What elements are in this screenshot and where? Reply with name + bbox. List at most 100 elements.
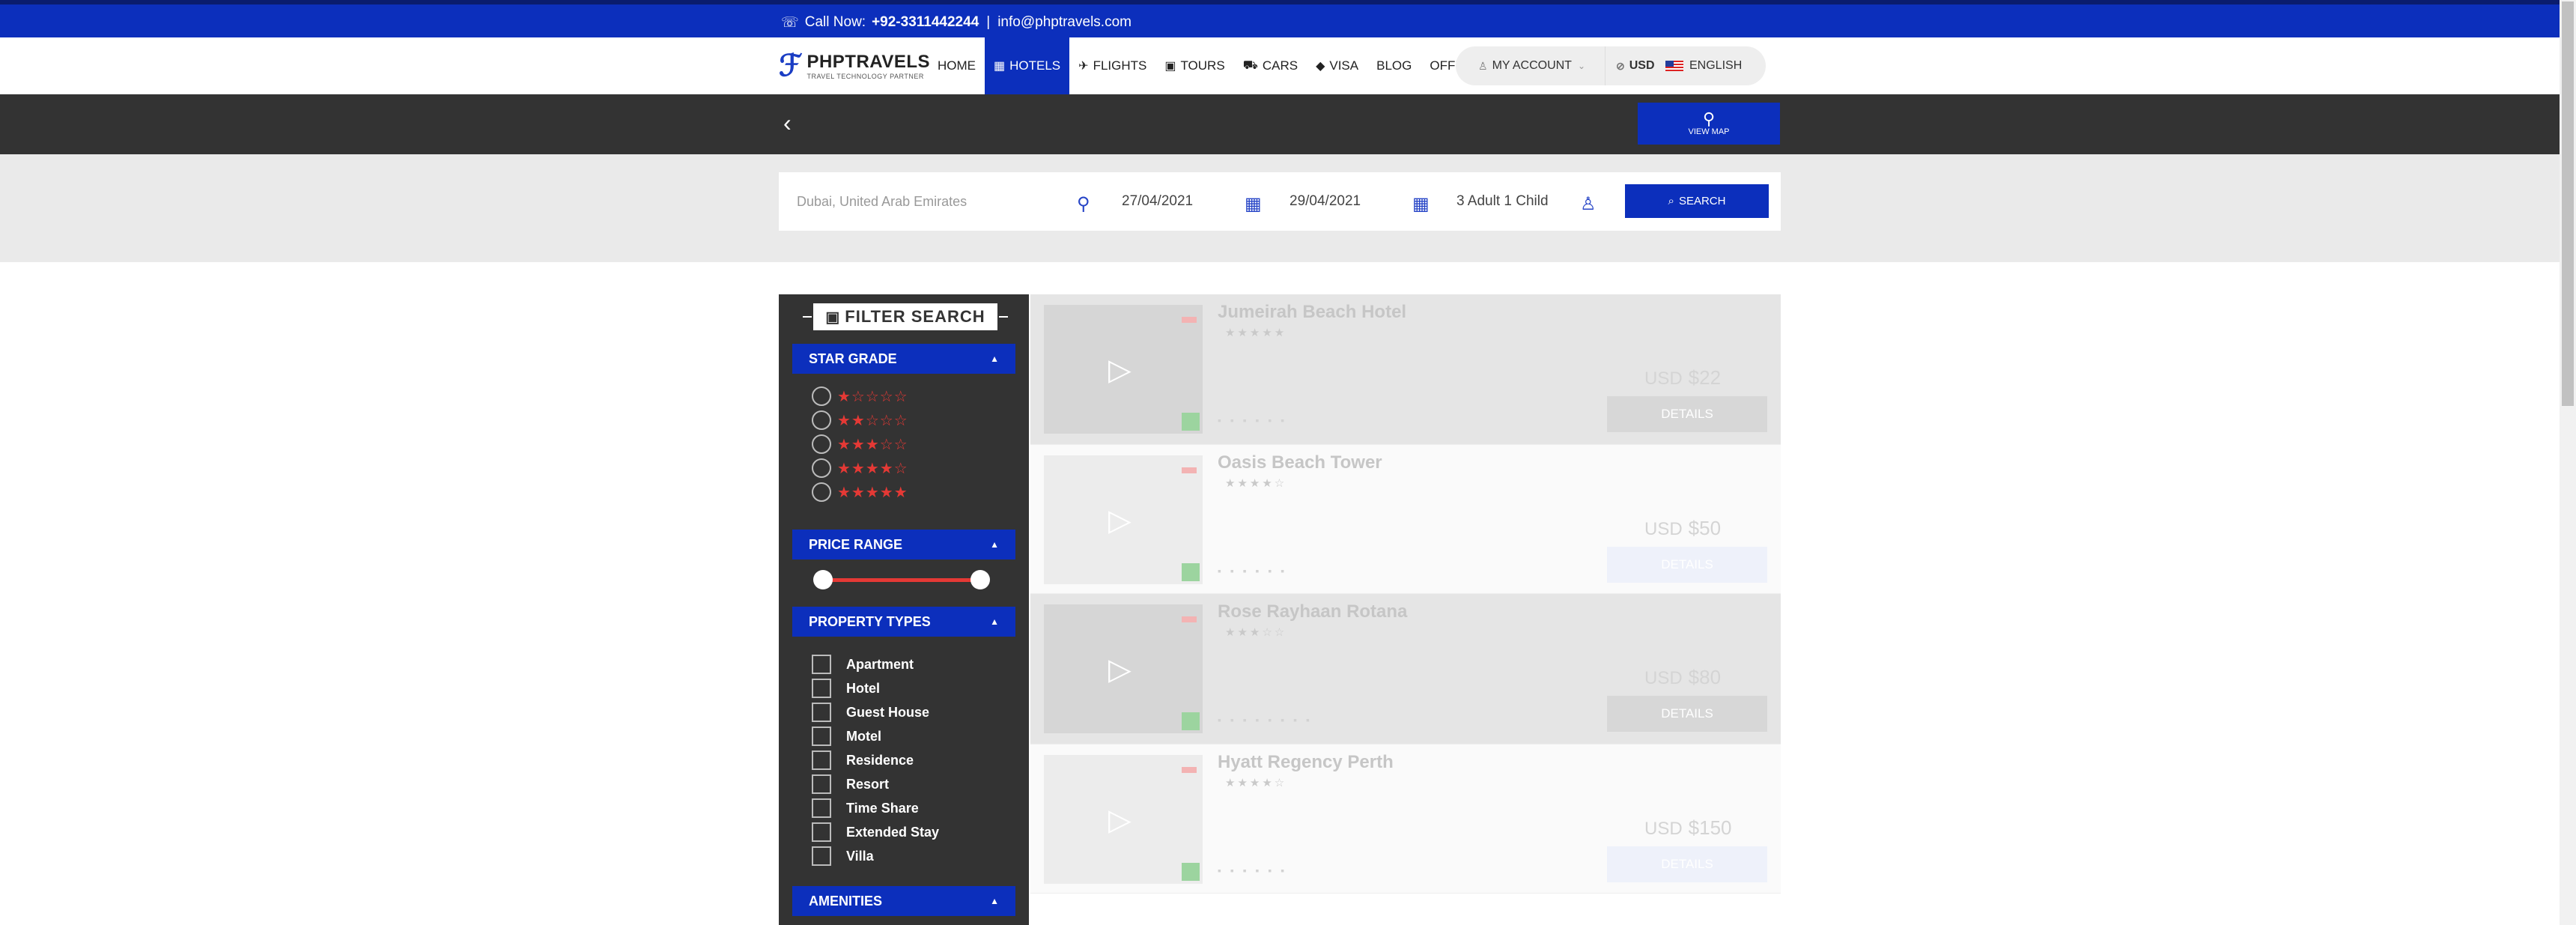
language-dropdown[interactable]: ENGLISH <box>1662 59 1742 73</box>
location-input[interactable]: Dubai, United Arab Emirates <box>797 172 967 231</box>
checkbox[interactable] <box>812 774 831 794</box>
details-button[interactable]: DETAILS <box>1607 846 1767 882</box>
currency-dropdown[interactable]: ⊘ USD <box>1606 59 1662 73</box>
radio-button[interactable] <box>812 482 831 502</box>
radio-button[interactable] <box>812 434 831 454</box>
play-icon: ▷ <box>1108 504 1131 537</box>
us-flag-icon <box>1665 61 1683 71</box>
building-icon: ▦ <box>994 60 1006 73</box>
menu-item-tours[interactable]: ▣ Tours <box>1155 37 1233 94</box>
menu-label: Visa <box>1329 58 1359 73</box>
menu-label: Hotels <box>1009 58 1061 73</box>
featured-badge-icon <box>1182 413 1200 431</box>
hotel-name[interactable]: Hyatt Regency Perth <box>1218 752 1394 773</box>
radio-button[interactable] <box>812 386 831 406</box>
menu-item-hotels[interactable]: ▦ Hotels <box>985 37 1070 94</box>
checkin-input[interactable]: 27/04/2021 <box>1122 172 1193 231</box>
slider-min-handle[interactable] <box>813 570 833 589</box>
checkout-input[interactable]: 29/04/2021 <box>1289 172 1361 231</box>
calendar-icon: ▦ <box>1412 194 1430 214</box>
page-header-bar: ‹ ⚲ VIEW MAP <box>0 94 2560 154</box>
property-type-option[interactable]: Motel <box>812 724 939 748</box>
my-account-dropdown[interactable]: ♙ MY ACCOUNT ⌄ <box>1456 46 1606 85</box>
view-map-button[interactable]: ⚲ VIEW MAP <box>1638 103 1780 145</box>
amenities-header[interactable]: AMENITIES ▲ <box>792 886 1015 916</box>
checkbox[interactable] <box>812 727 831 746</box>
play-icon: ▷ <box>1108 653 1131 686</box>
checkbox[interactable] <box>812 798 831 818</box>
hotel-card[interactable]: ▷ Hyatt Regency Perth ★★★★☆ ▪ ▪ ▪ ▪ ▪ ▪ … <box>1030 744 1781 894</box>
menu-item-cars[interactable]: ⛟ Cars <box>1234 37 1307 94</box>
email-link[interactable]: info@phptravels.com <box>997 14 1131 31</box>
hotel-card[interactable]: ▷ Oasis Beach Tower ★★★★☆ ▪ ▪ ▪ ▪ ▪ ▪ US… <box>1030 444 1781 594</box>
hotel-card[interactable]: ▷ Jumeirah Beach Hotel ★★★★★ ▪ ▪ ▪ ▪ ▪ ▪… <box>1030 294 1781 444</box>
details-button[interactable]: DETAILS <box>1607 696 1767 732</box>
property-type-option[interactable]: Apartment <box>812 652 939 676</box>
hotel-name[interactable]: Jumeirah Beach Hotel <box>1218 302 1406 323</box>
checkbox[interactable] <box>812 846 831 866</box>
featured-badge-icon <box>1182 712 1200 730</box>
menu-item-visa[interactable]: ◆ Visa <box>1307 37 1367 94</box>
price-range-label: PRICE RANGE <box>809 536 903 552</box>
checkbox[interactable] <box>812 703 831 722</box>
hotel-card[interactable]: ▷ Rose Rayhaan Rotana ★★★☆☆ ▪ ▪ ▪ ▪ ▪ ▪ … <box>1030 594 1781 744</box>
scrollbar-thumb[interactable] <box>2562 1 2574 406</box>
star-icons: ★★★★★ <box>1225 327 1287 339</box>
checkbox[interactable] <box>812 679 831 698</box>
property-type-option[interactable]: Extended Stay <box>812 820 939 844</box>
star-option[interactable]: ★★☆☆☆ <box>812 408 908 432</box>
radio-button[interactable] <box>812 458 831 478</box>
hotel-image[interactable]: ▷ <box>1044 305 1203 434</box>
property-type-label: Extended Stay <box>846 824 940 840</box>
star-option[interactable]: ★☆☆☆☆ <box>812 384 908 408</box>
price-currency: USD <box>1644 369 1683 389</box>
checkbox[interactable] <box>812 655 831 674</box>
checkbox[interactable] <box>812 750 831 770</box>
menu-item-home[interactable]: Home <box>929 37 985 94</box>
hotel-image[interactable]: ▷ <box>1044 604 1203 733</box>
price-range-slider[interactable] <box>813 568 990 591</box>
logo-mark-icon: ℱ <box>779 48 803 83</box>
hotel-name[interactable]: Oasis Beach Tower <box>1218 452 1382 473</box>
details-button[interactable]: DETAILS <box>1607 396 1767 432</box>
star-grade-header[interactable]: STAR GRADE ▲ <box>792 344 1015 374</box>
hotel-amenity-icons: ▪ ▪ ▪ ▪ ▪ ▪ <box>1218 414 1288 426</box>
play-icon: ▷ <box>1108 804 1131 837</box>
price-range-header[interactable]: PRICE RANGE ▲ <box>792 530 1015 559</box>
phone-number[interactable]: +92-3311442244 <box>872 14 979 31</box>
top-info-bar: ☏ Call Now: +92-3311442244 | info@phptra… <box>0 0 2560 37</box>
property-type-label: Motel <box>846 728 881 744</box>
property-type-option[interactable]: Residence <box>812 748 939 772</box>
star-option[interactable]: ★★★★☆ <box>812 456 908 480</box>
topbar-separator: | <box>986 14 991 30</box>
menu-item-blog[interactable]: Blog <box>1367 37 1421 94</box>
property-type-label: Residence <box>846 752 914 768</box>
hotel-image[interactable]: ▷ <box>1044 755 1203 884</box>
details-button[interactable]: DETAILS <box>1607 547 1767 583</box>
star-rating-icons: ★★★★☆ <box>837 460 908 477</box>
menu-label: Blog <box>1376 58 1412 73</box>
property-type-option[interactable]: Villa <box>812 844 939 868</box>
discount-badge <box>1182 467 1197 473</box>
featured-badge-icon <box>1182 563 1200 581</box>
search-button[interactable]: ⌕ SEARCH <box>1625 184 1769 218</box>
slider-max-handle[interactable] <box>970 570 990 589</box>
checkbox[interactable] <box>812 822 831 842</box>
main-navbar: ℱ PHPTRAVELS TRAVEL TECHNOLOGY PARTNER H… <box>0 37 2560 94</box>
property-type-option[interactable]: Guest House <box>812 700 939 724</box>
menu-item-flights[interactable]: ✈ Flights <box>1069 37 1155 94</box>
page-scrollbar[interactable] <box>2560 0 2576 925</box>
star-option[interactable]: ★★★★★ <box>812 480 908 504</box>
property-type-option[interactable]: Hotel <box>812 676 939 700</box>
property-type-option[interactable]: Time Share <box>812 796 939 820</box>
back-arrow-icon[interactable]: ‹ <box>783 109 792 137</box>
hotel-image[interactable]: ▷ <box>1044 455 1203 584</box>
logo[interactable]: ℱ PHPTRAVELS TRAVEL TECHNOLOGY PARTNER <box>779 48 930 83</box>
radio-button[interactable] <box>812 410 831 430</box>
star-option[interactable]: ★★★☆☆ <box>812 432 908 456</box>
property-type-option[interactable]: Resort <box>812 772 939 796</box>
guests-input[interactable]: 3 Adult 1 Child <box>1456 172 1549 231</box>
property-types-header[interactable]: PROPERTY TYPES ▲ <box>792 607 1015 637</box>
hotel-name[interactable]: Rose Rayhaan Rotana <box>1218 601 1407 622</box>
collapse-arrow-icon: ▲ <box>990 354 999 364</box>
